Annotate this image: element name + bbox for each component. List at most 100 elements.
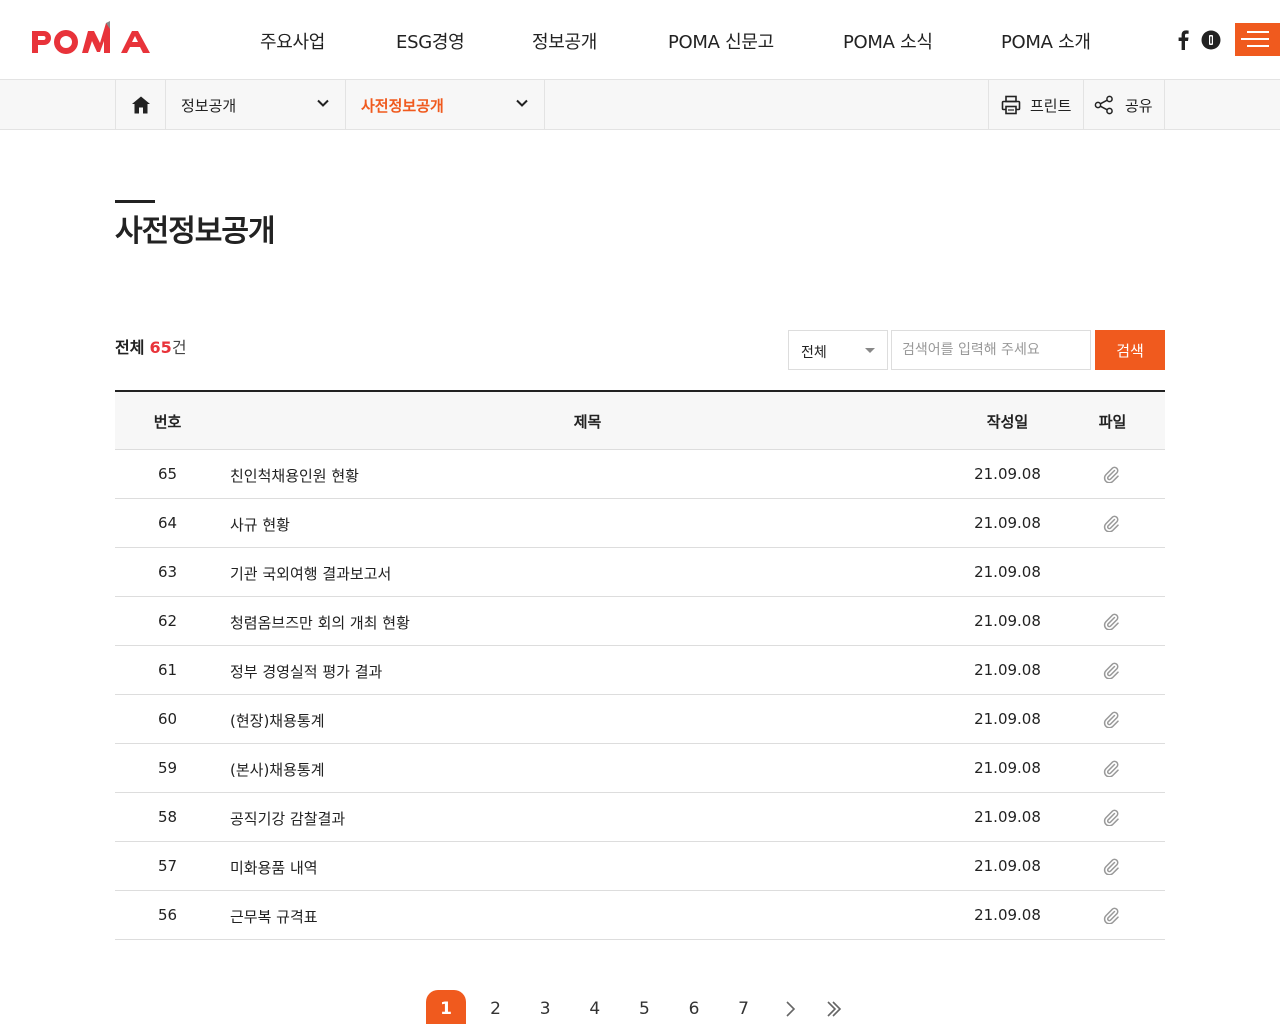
table-row[interactable]: 65 친인척채용인원 현황 21.09.08 (115, 450, 1165, 499)
column-header-number: 번호 (153, 413, 182, 431)
nav-item-disclosure[interactable]: 정보공개 (532, 28, 597, 54)
page-link-4[interactable]: 4 (575, 990, 615, 1024)
row-date: 21.09.08 (974, 661, 1041, 679)
nav-item-about[interactable]: POMA 소개 (1001, 28, 1091, 54)
location-bar: 정보공개 사전정보공개 프린트 공유 (0, 80, 1280, 130)
row-date: 21.09.08 (974, 906, 1041, 924)
row-number: 59 (157, 759, 178, 777)
chevron-down-icon (317, 99, 329, 107)
row-date: 21.09.08 (974, 710, 1041, 728)
total-count-number: 65 (149, 338, 172, 357)
attachment-icon[interactable] (1102, 465, 1120, 483)
chevron-down-icon (516, 99, 528, 107)
search-input[interactable] (891, 330, 1091, 370)
facebook-icon[interactable] (1176, 30, 1190, 54)
table-row[interactable]: 60 (현장)채용통계 21.09.08 (115, 695, 1165, 744)
home-icon (132, 96, 150, 114)
row-title-link[interactable]: 기관 국외여행 결과보고서 (230, 563, 391, 584)
print-button[interactable]: 프린트 (988, 80, 1083, 130)
page-link-7[interactable]: 7 (724, 990, 764, 1024)
attachment-icon[interactable] (1102, 857, 1120, 875)
row-number: 64 (157, 514, 178, 532)
table-row[interactable]: 59 (본사)채용통계 21.09.08 (115, 744, 1165, 793)
row-title-link[interactable]: (현장)채용통계 (230, 710, 325, 731)
column-header-date: 작성일 (986, 413, 1029, 431)
table-header: 번호 제목 작성일 파일 (115, 392, 1165, 450)
row-number: 63 (157, 563, 178, 581)
print-label: 프린트 (1030, 97, 1072, 115)
nav-item-petition[interactable]: POMA 신문고 (668, 28, 774, 54)
double-chevron-right-icon[interactable] (826, 1000, 842, 1018)
nav-item-esg[interactable]: ESG경영 (396, 28, 465, 54)
row-number: 60 (157, 710, 178, 728)
attachment-icon[interactable] (1102, 661, 1120, 679)
attachment-icon[interactable] (1102, 710, 1120, 728)
table-body: 65 친인척채용인원 현황 21.09.08 64 사규 현황 21.09.08 63 기관 … (115, 450, 1165, 940)
row-date: 21.09.08 (974, 465, 1041, 483)
table-row[interactable]: 57 미화용품 내역 21.09.08 (115, 842, 1165, 891)
page-link-6[interactable]: 6 (674, 990, 714, 1024)
row-date: 21.09.08 (974, 808, 1041, 826)
board-table: 번호 제목 작성일 파일 65 친인척채용인원 현황 21.09.08 64 사규 현황… (115, 390, 1165, 940)
table-row[interactable]: 58 공직기강 감찰결과 21.09.08 (115, 793, 1165, 842)
title-accent-bar (115, 200, 155, 203)
nav-item-business[interactable]: 주요사업 (260, 28, 325, 54)
row-date: 21.09.08 (974, 563, 1041, 581)
row-number: 61 (157, 661, 178, 679)
page-link-3[interactable]: 3 (525, 990, 565, 1024)
site-header: 주요사업 ESG경영 정보공개 POMA 신문고 POMA 소식 POMA 소개 (0, 0, 1280, 80)
row-date: 21.09.08 (974, 759, 1041, 777)
row-title-link[interactable]: 친인척채용인원 현황 (230, 465, 359, 486)
nav-item-news[interactable]: POMA 소식 (843, 28, 933, 54)
row-number: 57 (157, 857, 178, 875)
page-title: 사전정보공개 (115, 214, 276, 249)
page-link-2[interactable]: 2 (476, 990, 516, 1024)
total-count: 전체 65건 (115, 334, 187, 358)
row-date: 21.09.08 (974, 857, 1041, 875)
row-number: 58 (157, 808, 178, 826)
share-icon (1094, 95, 1113, 115)
total-count-label: 전체 (115, 338, 145, 357)
table-row[interactable]: 61 정부 경영실적 평가 결과 21.09.08 (115, 646, 1165, 695)
column-header-title: 제목 (573, 413, 602, 431)
row-date: 21.09.08 (974, 514, 1041, 532)
breadcrumb-depth2-dropdown[interactable]: 사전정보공개 (345, 80, 545, 130)
breadcrumb-depth1-dropdown[interactable]: 정보공개 (165, 80, 345, 130)
row-number: 65 (157, 465, 178, 483)
attachment-icon[interactable] (1102, 514, 1120, 532)
hamburger-icon[interactable] (1235, 23, 1280, 56)
search-category-value: 전체 (801, 345, 827, 361)
attachment-icon[interactable] (1102, 759, 1120, 777)
column-header-file: 파일 (1098, 413, 1127, 431)
pagination: 1234567 (0, 990, 1280, 1024)
row-number: 62 (157, 612, 178, 630)
attachment-icon[interactable] (1102, 612, 1120, 630)
attachment-icon[interactable] (1102, 906, 1120, 924)
chevron-right-icon[interactable] (784, 1000, 796, 1018)
total-count-unit: 건 (171, 338, 187, 357)
row-number: 56 (157, 906, 178, 924)
blog-icon[interactable] (1201, 30, 1221, 54)
table-row[interactable]: 62 청렴옴브즈만 회의 개최 현황 21.09.08 (115, 597, 1165, 646)
table-row[interactable]: 64 사규 현황 21.09.08 (115, 499, 1165, 548)
share-button[interactable]: 공유 (1083, 80, 1165, 130)
row-title-link[interactable]: 청렴옴브즈만 회의 개최 현황 (230, 612, 410, 633)
row-title-link[interactable]: 공직기강 감찰결과 (230, 808, 345, 829)
attachment-icon[interactable] (1102, 808, 1120, 826)
row-title-link[interactable]: 사규 현황 (230, 514, 290, 535)
row-title-link[interactable]: 정부 경영실적 평가 결과 (230, 661, 382, 682)
page-link-5[interactable]: 5 (624, 990, 664, 1024)
row-title-link[interactable]: 미화용품 내역 (230, 857, 318, 878)
row-title-link[interactable]: 근무복 규격표 (230, 906, 318, 927)
table-row[interactable]: 63 기관 국외여행 결과보고서 21.09.08 (115, 548, 1165, 597)
row-title-link[interactable]: (본사)채용통계 (230, 759, 325, 780)
breadcrumb-depth1-label: 정보공개 (181, 97, 237, 115)
table-row[interactable]: 56 근무복 규격표 21.09.08 (115, 891, 1165, 940)
search-button[interactable]: 검색 (1095, 330, 1165, 370)
share-label: 공유 (1125, 97, 1153, 115)
row-date: 21.09.08 (974, 612, 1041, 630)
home-button[interactable] (115, 80, 165, 130)
page-link-1[interactable]: 1 (426, 990, 466, 1024)
search-category-select[interactable]: 전체 (788, 330, 888, 370)
caret-down-icon (865, 348, 875, 353)
